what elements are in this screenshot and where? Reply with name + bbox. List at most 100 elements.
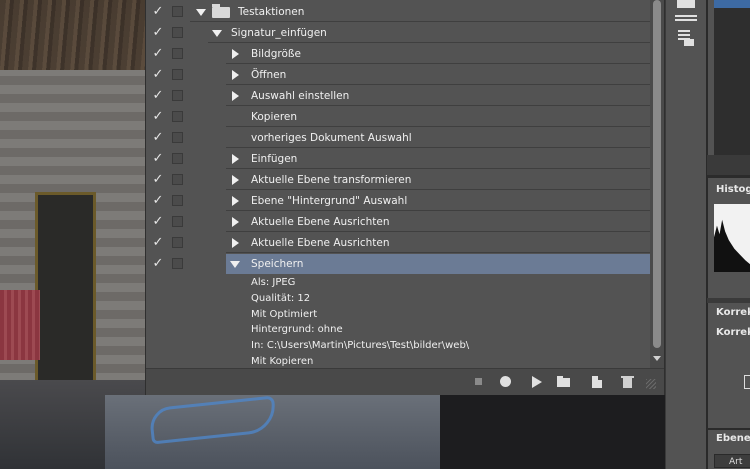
photo-red-panel — [0, 290, 40, 360]
trash-icon[interactable] — [620, 374, 636, 390]
new-set-icon[interactable] — [556, 374, 572, 390]
step-detail: In: C:\Users\Martin\Pictures\Test\bilder… — [251, 340, 470, 351]
dialog-toggle-box[interactable] — [172, 48, 183, 59]
step-row[interactable]: ✓ Bildgröße — [146, 44, 650, 64]
toggle-check-icon[interactable]: ✓ — [150, 235, 166, 251]
dialog-toggle-box[interactable] — [172, 174, 183, 185]
toggle-check-icon[interactable]: ✓ — [150, 25, 166, 41]
action-row[interactable]: ✓ Signatur_einfügen — [146, 23, 650, 43]
resize-grip-icon[interactable] — [646, 379, 656, 389]
step-label: Bildgröße — [251, 48, 301, 60]
step-row[interactable]: ✓ Aktuelle Ebene transformieren — [146, 170, 650, 190]
action-set-label: Testaktionen — [238, 6, 305, 18]
step-row[interactable]: ✓ Öffnen — [146, 65, 650, 85]
step-row[interactable]: ✓ Einfügen — [146, 149, 650, 169]
expand-triangle-icon[interactable] — [232, 49, 239, 59]
expand-triangle-icon[interactable] — [230, 261, 240, 268]
scrollbar-thumb[interactable] — [653, 0, 661, 348]
step-detail: Mit Kopieren — [251, 356, 314, 367]
actions-panel-icon[interactable] — [676, 28, 696, 48]
toggle-check-icon[interactable]: ✓ — [150, 193, 166, 209]
step-detail: Mit Optimiert — [251, 309, 318, 320]
step-label: Ebene "Hintergrund" Auswahl — [251, 195, 408, 207]
step-row[interactable]: ✓ Aktuelle Ebene Ausrichten — [146, 233, 650, 253]
toggle-check-icon[interactable]: ✓ — [150, 130, 166, 146]
step-label: Aktuelle Ebene Ausrichten — [251, 237, 390, 249]
step-label: Aktuelle Ebene transformieren — [251, 174, 412, 186]
record-icon[interactable] — [498, 374, 514, 390]
toggle-check-icon[interactable]: ✓ — [150, 88, 166, 104]
layer-filter-input[interactable]: Art — [714, 454, 750, 468]
panel-dock — [665, 0, 707, 469]
expand-triangle-icon[interactable] — [232, 175, 239, 185]
expand-triangle-icon[interactable] — [232, 217, 239, 227]
dialog-toggle-box[interactable] — [172, 237, 183, 248]
dialog-toggle-box[interactable] — [172, 6, 183, 17]
stop-icon[interactable] — [471, 374, 487, 390]
active-tab-indicator — [714, 0, 750, 8]
dialog-toggle-box[interactable] — [172, 153, 183, 164]
dialog-toggle-box[interactable] — [172, 111, 183, 122]
navigator-panel — [707, 0, 750, 155]
scrollbar[interactable] — [650, 0, 664, 368]
toggle-check-icon[interactable]: ✓ — [150, 4, 166, 20]
expand-triangle-icon[interactable] — [232, 238, 239, 248]
step-label: Öffnen — [251, 69, 287, 81]
step-label: Aktuelle Ebene Ausrichten — [251, 216, 390, 228]
new-action-icon[interactable] — [590, 374, 606, 390]
corrections-panel: Korrekt Korrek — [707, 303, 750, 428]
histogram-graph — [714, 204, 750, 272]
step-detail: Hintergrund: ohne — [251, 324, 343, 335]
expand-triangle-icon[interactable] — [232, 91, 239, 101]
step-row[interactable]: ✓ Aktuelle Ebene Ausrichten — [146, 212, 650, 232]
dialog-toggle-box[interactable] — [172, 195, 183, 206]
expand-triangle-icon[interactable] — [232, 70, 239, 80]
step-row[interactable]: ✓ Kopieren — [146, 107, 650, 127]
panel-separator — [707, 155, 750, 175]
dialog-toggle-box[interactable] — [172, 69, 183, 80]
dialog-toggle-box[interactable] — [172, 90, 183, 101]
levels-icon[interactable] — [744, 375, 750, 389]
divider — [675, 15, 697, 17]
toggle-check-icon[interactable]: ✓ — [150, 214, 166, 230]
toggle-check-icon[interactable]: ✓ — [150, 109, 166, 125]
toggle-check-icon[interactable]: ✓ — [150, 67, 166, 83]
panel-content — [714, 8, 750, 155]
actions-list: ✓ Testaktionen ✓ Signatur_einfügen ✓ Bil — [146, 0, 650, 368]
layer-filter-label: Art — [729, 457, 743, 467]
step-row[interactable]: ✓ Ebene "Hintergrund" Auswahl — [146, 191, 650, 211]
folder-icon — [212, 4, 230, 18]
histogram-title[interactable]: Histogr — [716, 184, 750, 195]
step-detail: Qualität: 12 — [251, 293, 311, 304]
dialog-toggle-box[interactable] — [172, 27, 183, 38]
dialog-toggle-box[interactable] — [172, 258, 183, 269]
layers-title[interactable]: Ebenen — [716, 433, 750, 444]
expand-triangle-icon[interactable] — [212, 30, 222, 37]
step-label: Speichern — [251, 258, 304, 270]
actions-panel: ✓ Testaktionen ✓ Signatur_einfügen ✓ Bil — [145, 0, 665, 395]
expand-triangle-icon[interactable] — [196, 9, 206, 16]
dialog-toggle-box[interactable] — [172, 132, 183, 143]
toggle-check-icon[interactable]: ✓ — [150, 46, 166, 62]
corrections-subtitle: Korrek — [716, 327, 750, 338]
toggle-check-icon[interactable]: ✓ — [150, 151, 166, 167]
step-label: vorheriges Dokument Auswahl — [251, 132, 412, 144]
chat-bubble-icon[interactable] — [677, 0, 695, 8]
toggle-check-icon[interactable]: ✓ — [150, 256, 166, 272]
play-icon[interactable] — [528, 374, 544, 390]
layers-panel: Ebenen Art — [707, 430, 750, 469]
corrections-title[interactable]: Korrekt — [716, 307, 750, 318]
histogram-panel: Histogr — [707, 178, 750, 298]
toggle-check-icon[interactable]: ✓ — [150, 172, 166, 188]
scroll-down-icon[interactable] — [653, 356, 661, 361]
divider — [675, 19, 697, 21]
step-row-selected[interactable]: ✓ Speichern — [146, 254, 650, 274]
dialog-toggle-box[interactable] — [172, 216, 183, 227]
step-row[interactable]: ✓ vorheriges Dokument Auswahl — [146, 128, 650, 148]
photo-dark-area — [440, 395, 665, 469]
actions-footer — [146, 368, 664, 395]
expand-triangle-icon[interactable] — [232, 154, 239, 164]
action-set-row[interactable]: ✓ Testaktionen — [146, 2, 650, 22]
step-row[interactable]: ✓ Auswahl einstellen — [146, 86, 650, 106]
expand-triangle-icon[interactable] — [232, 196, 239, 206]
